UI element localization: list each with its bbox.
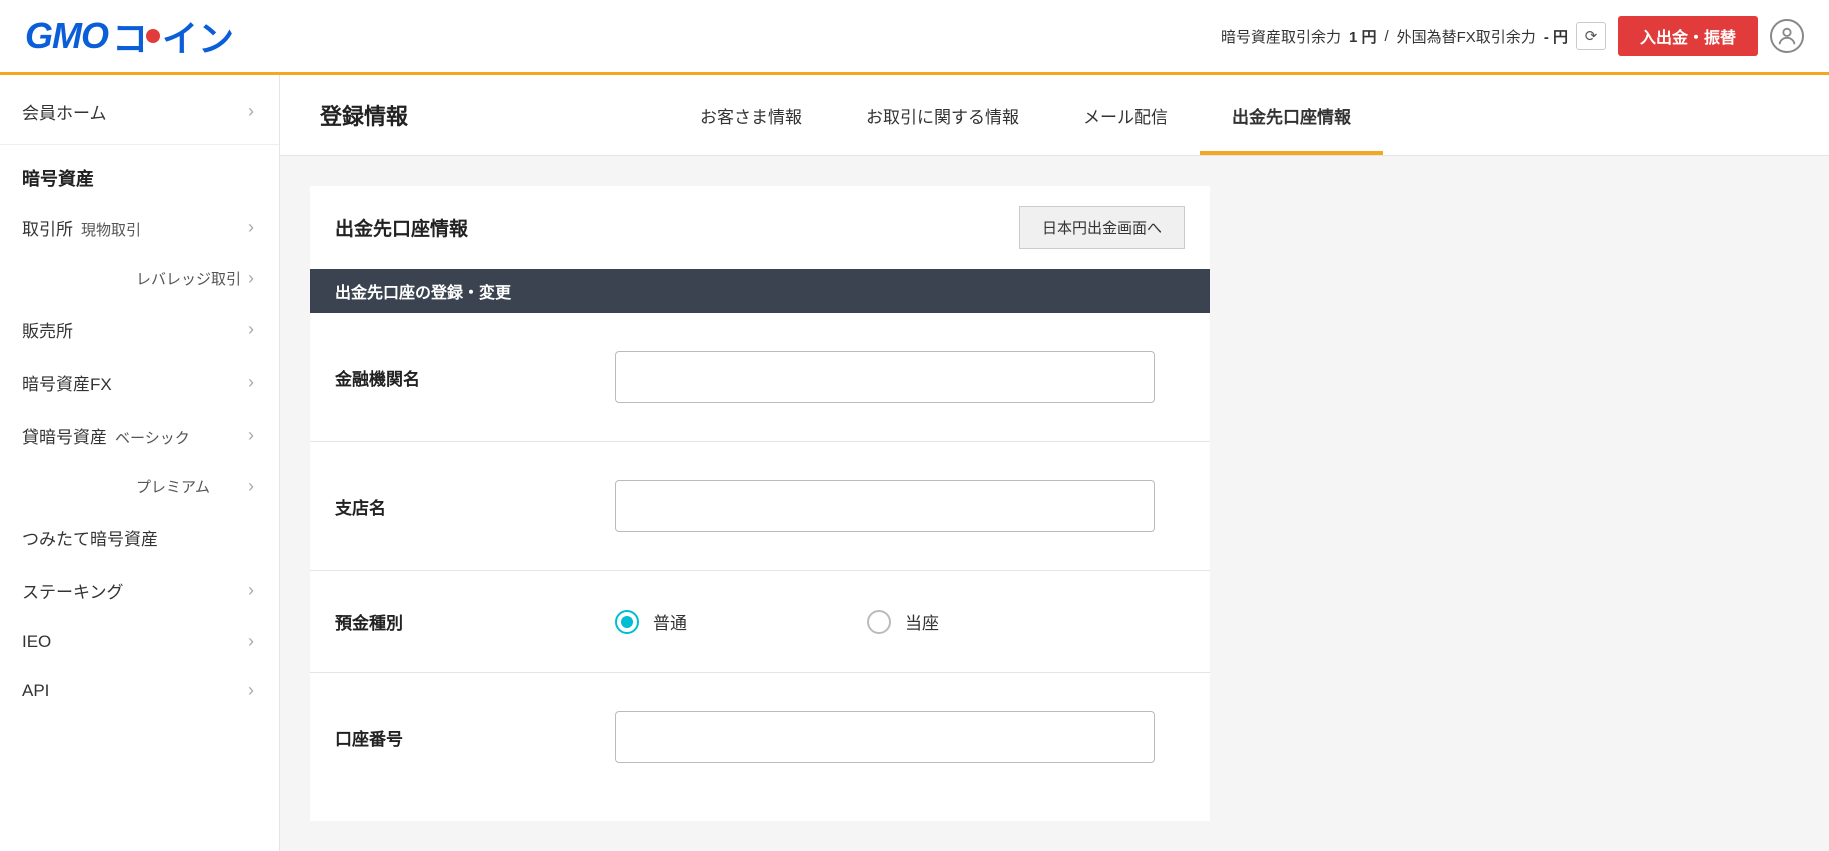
radio-ordinary-label: 普通 xyxy=(653,609,687,634)
sidebar: 会員ホーム › 暗号資産 取引所現物取引 › レバレッジ取引 › 販売所 › 暗号資産FX ›… xyxy=(0,75,280,851)
logo-coin-text-2: イン xyxy=(162,18,234,59)
sidebar-item-label: ステーキング xyxy=(22,583,124,602)
page-header: 登録情報 お客さま情報お取引に関する情報メール配信出金先口座情報 xyxy=(280,75,1829,156)
sidebar-item-4[interactable]: 貸暗号資産ベーシック › xyxy=(0,409,279,462)
tab-3[interactable]: 出金先口座情報 xyxy=(1200,77,1383,154)
crypto-balance-label: 暗号資産取引余力 xyxy=(1221,26,1341,47)
user-icon xyxy=(1776,25,1798,47)
sidebar-item-3[interactable]: 暗号資産FX › xyxy=(0,356,279,409)
sidebar-item-label: つみたて暗号資産 xyxy=(22,530,158,549)
refresh-icon: ⟳ xyxy=(1585,27,1598,45)
sidebar-home-label: 会員ホーム xyxy=(22,99,107,124)
sidebar-home[interactable]: 会員ホーム › xyxy=(0,79,279,145)
sidebar-item-1[interactable]: レバレッジ取引 › xyxy=(0,254,279,303)
deposit-type-label: 預金種別 xyxy=(335,609,615,634)
sidebar-item-6[interactable]: つみたて暗号資産 xyxy=(0,511,279,564)
radio-current-label: 当座 xyxy=(905,609,939,634)
user-avatar-button[interactable] xyxy=(1770,19,1804,53)
bank-name-label: 金融機関名 xyxy=(335,365,615,390)
sidebar-item-label: 貸暗号資産 xyxy=(22,428,107,447)
panel-head: 出金先口座情報 日本円出金画面へ xyxy=(310,186,1210,269)
jpy-withdraw-button[interactable]: 日本円出金画面へ xyxy=(1019,206,1185,249)
bank-name-input[interactable] xyxy=(615,351,1155,403)
fx-balance-value: - 円 xyxy=(1544,26,1568,47)
radio-current[interactable]: 当座 xyxy=(867,609,939,634)
page-title: 登録情報 xyxy=(310,75,418,155)
sidebar-item-label: 販売所 xyxy=(22,322,73,341)
sidebar-item-sublabel: プレミアム xyxy=(136,479,210,496)
chevron-right-icon: › xyxy=(248,217,254,238)
sidebar-item-label: IEO xyxy=(22,632,51,651)
panel-title: 出金先口座情報 xyxy=(335,214,468,241)
sidebar-item-9[interactable]: API › xyxy=(0,666,279,715)
section-bar: 出金先口座の登録・変更 xyxy=(310,269,1210,313)
sidebar-item-8[interactable]: IEO › xyxy=(0,617,279,666)
logo[interactable]: GMO コイン xyxy=(25,10,234,62)
main-content: 登録情報 お客さま情報お取引に関する情報メール配信出金先口座情報 出金先口座情報… xyxy=(280,75,1829,851)
radio-ordinary[interactable]: 普通 xyxy=(615,609,687,634)
deposit-type-radio-group: 普通 当座 xyxy=(615,609,1185,634)
sidebar-item-sublabel: 現物取引 xyxy=(81,222,141,239)
withdrawal-account-panel: 出金先口座情報 日本円出金画面へ 出金先口座の登録・変更 金融機関名 支店名 xyxy=(310,186,1210,821)
chevron-right-icon: › xyxy=(248,319,254,340)
radio-icon xyxy=(615,610,639,634)
balance-info: 暗号資産取引余力 1 円 / 外国為替FX取引余力 - 円 ⟳ xyxy=(1221,22,1606,50)
logo-dot-icon xyxy=(146,29,160,43)
account-number-label: 口座番号 xyxy=(335,725,615,750)
chevron-right-icon: › xyxy=(248,680,254,701)
logo-gmo-text: GMO xyxy=(25,15,108,57)
form-row-account-number: 口座番号 xyxy=(310,673,1210,801)
deposit-transfer-button[interactable]: 入出金・振替 xyxy=(1618,16,1758,56)
sidebar-item-sublabel: ベーシック xyxy=(115,430,190,447)
sidebar-item-0[interactable]: 取引所現物取引 › xyxy=(0,201,279,254)
tab-0[interactable]: お客さま情報 xyxy=(668,77,834,154)
sidebar-item-5[interactable]: プレミアム › xyxy=(0,462,279,511)
account-number-input[interactable] xyxy=(615,711,1155,763)
chevron-right-icon: › xyxy=(248,101,254,122)
fx-balance-label: 外国為替FX取引余力 xyxy=(1397,26,1536,47)
logo-coin-text-1: コ xyxy=(112,18,148,59)
chevron-right-icon: › xyxy=(248,425,254,446)
branch-name-input[interactable] xyxy=(615,480,1155,532)
branch-name-label: 支店名 xyxy=(335,494,615,519)
chevron-right-icon: › xyxy=(248,372,254,393)
form-row-branch: 支店名 xyxy=(310,442,1210,571)
chevron-right-icon: › xyxy=(248,476,254,497)
sidebar-item-label: API xyxy=(22,681,49,700)
radio-icon xyxy=(867,610,891,634)
header-right: 暗号資産取引余力 1 円 / 外国為替FX取引余力 - 円 ⟳ 入出金・振替 xyxy=(1221,16,1804,56)
form-row-bank: 金融機関名 xyxy=(310,313,1210,442)
sidebar-section-crypto: 暗号資産 xyxy=(0,145,279,201)
sidebar-item-7[interactable]: ステーキング › xyxy=(0,564,279,617)
tabs: お客さま情報お取引に関する情報メール配信出金先口座情報 xyxy=(668,77,1383,154)
form-row-deposit-type: 預金種別 普通 当座 xyxy=(310,571,1210,673)
sidebar-item-2[interactable]: 販売所 › xyxy=(0,303,279,356)
sidebar-item-label: 暗号資産FX xyxy=(22,375,112,394)
app-header: GMO コイン 暗号資産取引余力 1 円 / 外国為替FX取引余力 - 円 ⟳ … xyxy=(0,0,1829,75)
sidebar-item-sublabel: レバレッジ取引 xyxy=(136,271,241,288)
separator: / xyxy=(1384,28,1388,45)
chevron-right-icon: › xyxy=(248,580,254,601)
tab-2[interactable]: メール配信 xyxy=(1051,77,1200,154)
chevron-right-icon: › xyxy=(248,268,254,289)
crypto-balance-value: 1 円 xyxy=(1349,26,1377,47)
tab-1[interactable]: お取引に関する情報 xyxy=(834,77,1051,154)
refresh-button[interactable]: ⟳ xyxy=(1576,22,1606,50)
sidebar-item-label: 取引所 xyxy=(22,220,73,239)
chevron-right-icon: › xyxy=(248,631,254,652)
